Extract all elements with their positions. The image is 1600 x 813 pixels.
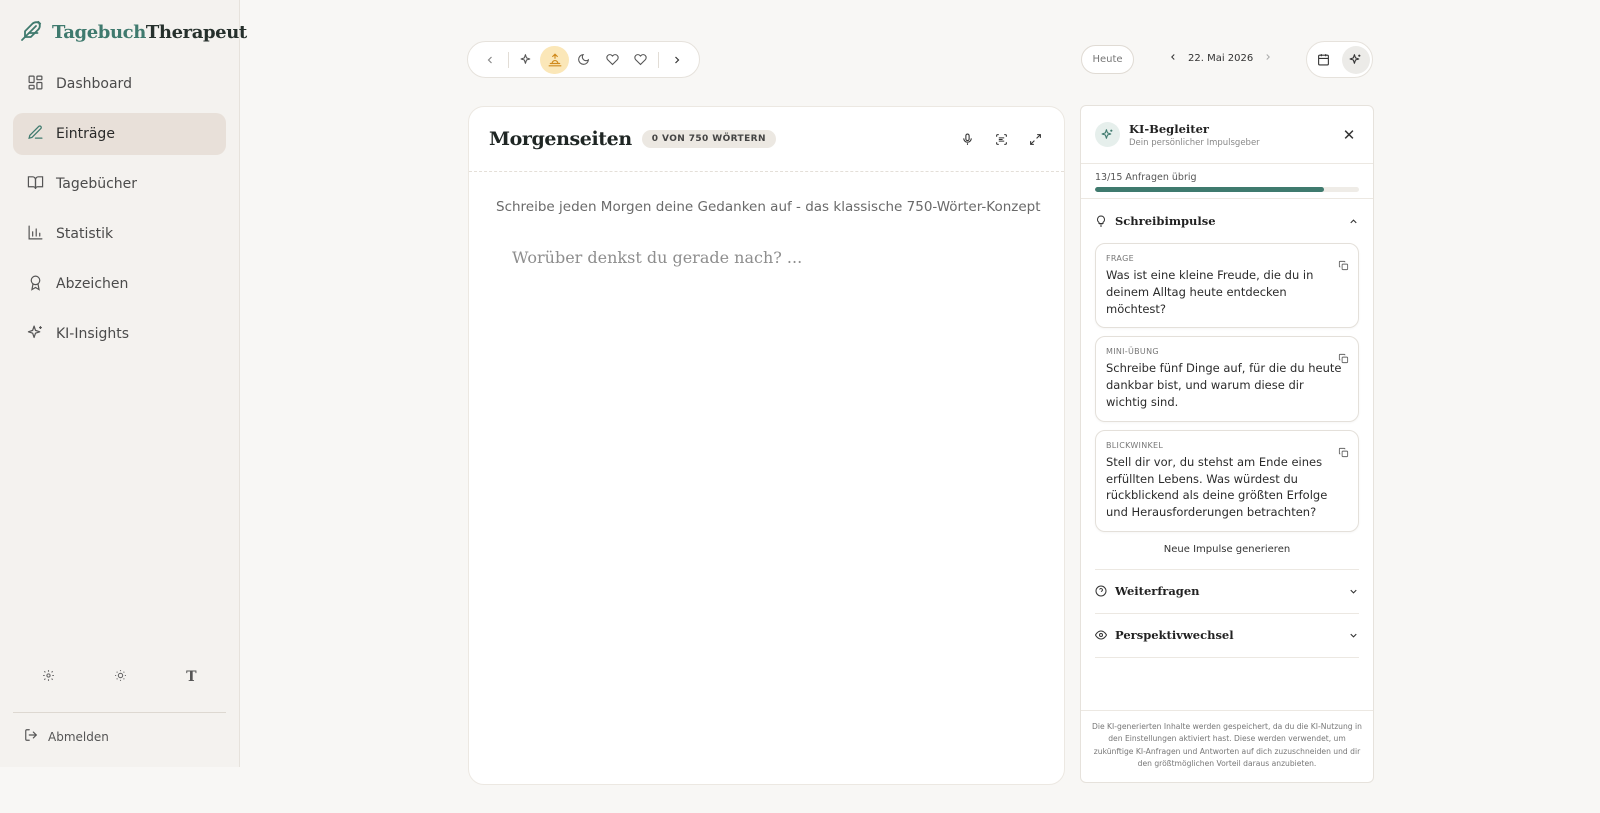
nav-label: Abzeichen — [56, 276, 129, 292]
quota-progress-bar — [1095, 187, 1359, 192]
entry-title: Morgenseiten — [489, 128, 632, 150]
new-impulses-button[interactable]: Neue Impulse generieren — [1095, 544, 1359, 570]
editor-header: Morgenseiten 0 VON 750 WÖRTERN — [469, 107, 1064, 172]
nav-label: Einträge — [56, 126, 115, 142]
copy-icon[interactable] — [1338, 256, 1349, 275]
theme-sun-icon[interactable] — [114, 669, 127, 686]
ai-sparkle-avatar-icon — [1095, 122, 1120, 147]
logout-label: Abmelden — [48, 729, 109, 744]
microphone-icon[interactable] — [958, 130, 976, 148]
sunrise-type-icon[interactable] — [540, 45, 570, 74]
impulse-kind: MINI-ÜBUNG — [1106, 347, 1159, 357]
impulse-card[interactable]: BLICKWINKEL Stell dir vor, du stehst am … — [1095, 429, 1359, 532]
sidebar: TagebuchTherapeut Dashboard Einträge Tag… — [0, 0, 247, 767]
heart-type-icon[interactable] — [598, 46, 627, 74]
expand-icon[interactable] — [1026, 130, 1044, 148]
toolbar-divider — [658, 51, 660, 68]
ai-sparkle-icon[interactable] — [1341, 45, 1370, 74]
copy-icon[interactable] — [1338, 443, 1349, 462]
section-label: Perspektivwechsel — [1115, 628, 1234, 643]
section-weiterfragen-header[interactable]: Weiterfragen — [1095, 570, 1359, 614]
lightbulb-icon — [1095, 212, 1107, 231]
ai-panel-subtitle: Dein persönlicher Impulsgeber — [1129, 137, 1260, 148]
main-nav: Dashboard Einträge Tagebücher Statistik … — [13, 63, 226, 363]
entry-description: Schreibe jeden Morgen deine Gedanken auf… — [496, 199, 1041, 215]
date-prev-chevron-icon[interactable] — [1168, 52, 1178, 65]
sidebar-tools: T — [13, 669, 226, 686]
entry-text-area[interactable]: Worüber denkst du gerade nach? ... — [512, 248, 802, 267]
sidebar-divider — [13, 712, 226, 713]
today-button[interactable]: Heute — [1081, 45, 1134, 74]
calendar-icon[interactable] — [1310, 46, 1338, 74]
nav-item-ki-insights[interactable]: KI-Insights — [13, 313, 226, 355]
nav-item-tagebuecher[interactable]: Tagebücher — [13, 163, 226, 205]
entry-type-toolbar — [467, 41, 700, 78]
nav-item-dashboard[interactable]: Dashboard — [13, 63, 226, 105]
feather-icon — [20, 18, 44, 46]
impulse-card[interactable]: MINI-ÜBUNG Schreibe fünf Dinge auf, für … — [1095, 336, 1359, 422]
section-label: Weiterfragen — [1115, 584, 1200, 599]
close-icon[interactable]: ✕ — [1339, 126, 1359, 144]
brand-name: TagebuchTherapeut — [52, 21, 247, 43]
date-next-chevron-icon[interactable] — [1263, 52, 1273, 65]
word-count-badge: 0 VON 750 WÖRTERN — [641, 130, 776, 148]
quota-indicator: 13/15 Anfragen übrig — [1081, 164, 1373, 199]
nav-label: KI-Insights — [56, 326, 130, 342]
sparkle-type-icon[interactable] — [512, 46, 541, 74]
section-perspektivwechsel-header[interactable]: Perspektivwechsel — [1094, 614, 1359, 658]
current-date[interactable]: 22. Mai 2026 — [1188, 53, 1253, 64]
ai-privacy-note: Die KI-generierten Inhalte werden gespei… — [1081, 710, 1373, 782]
chevron-down-icon[interactable] — [1348, 582, 1359, 601]
nav-item-abzeichen[interactable]: Abzeichen — [13, 263, 226, 305]
scan-text-icon[interactable] — [992, 130, 1010, 148]
impulse-text: Schreibe fünf Dinge auf, für die du heut… — [1106, 361, 1342, 409]
app-logo[interactable]: TagebuchTherapeut — [20, 18, 247, 46]
pencil-icon — [27, 124, 44, 145]
settings-gear-icon[interactable] — [42, 669, 55, 686]
nav-label: Statistik — [56, 226, 114, 242]
prev-chevron-icon[interactable] — [476, 46, 505, 74]
editor-actions — [958, 130, 1044, 148]
section-schreibimpulse-header[interactable]: Schreibimpulse — [1081, 199, 1373, 243]
impulse-kind: BLICKWINKEL — [1106, 440, 1164, 450]
copy-icon[interactable] — [1338, 349, 1349, 368]
entry-editor: Morgenseiten 0 VON 750 WÖRTERN Schreibe … — [468, 106, 1065, 785]
impulse-text: Was ist eine kleine Freude, die du in de… — [1106, 268, 1314, 316]
impulse-card[interactable]: FRAGE Was ist eine kleine Freude, die du… — [1095, 243, 1359, 329]
view-toggle — [1306, 41, 1373, 78]
toolbar-divider — [507, 51, 509, 68]
heart-alt-type-icon[interactable] — [627, 46, 656, 74]
nav-label: Dashboard — [56, 76, 132, 92]
book-icon — [27, 174, 44, 195]
ai-companion-panel: KI-Begleiter Dein persönlicher Impulsgeb… — [1080, 105, 1374, 783]
ai-panel-title: KI-Begleiter — [1129, 121, 1209, 136]
chart-icon — [27, 224, 44, 245]
moon-type-icon[interactable] — [569, 46, 598, 74]
question-circle-icon — [1095, 582, 1107, 601]
nav-item-statistik[interactable]: Statistik — [13, 213, 226, 255]
impulse-text: Stell dir vor, du stehst am Ende eines e… — [1106, 454, 1328, 520]
sparkles-icon — [27, 324, 44, 345]
quota-progress-fill — [1095, 187, 1324, 192]
logout-button[interactable]: Abmelden — [24, 728, 109, 745]
nav-label: Tagebücher — [56, 176, 138, 192]
logout-icon — [24, 728, 38, 745]
chevron-down-icon[interactable] — [1348, 626, 1359, 645]
font-size-icon[interactable]: T — [186, 669, 196, 686]
chevron-up-icon[interactable] — [1348, 212, 1359, 231]
section-label: Schreibimpulse — [1115, 214, 1216, 228]
date-navigator: 22. Mai 2026 — [1168, 52, 1273, 65]
dashboard-icon — [27, 74, 44, 95]
next-chevron-icon[interactable] — [662, 46, 691, 74]
ai-panel-header: KI-Begleiter Dein persönlicher Impulsgeb… — [1081, 106, 1373, 164]
quota-text: 13/15 Anfragen übrig — [1095, 172, 1197, 183]
eye-icon — [1094, 626, 1108, 645]
nav-item-eintraege[interactable]: Einträge — [13, 113, 226, 155]
award-icon — [27, 274, 44, 295]
impulse-kind: FRAGE — [1106, 254, 1134, 263]
impulse-cards: FRAGE Was ist eine kleine Freude, die du… — [1081, 243, 1373, 532]
